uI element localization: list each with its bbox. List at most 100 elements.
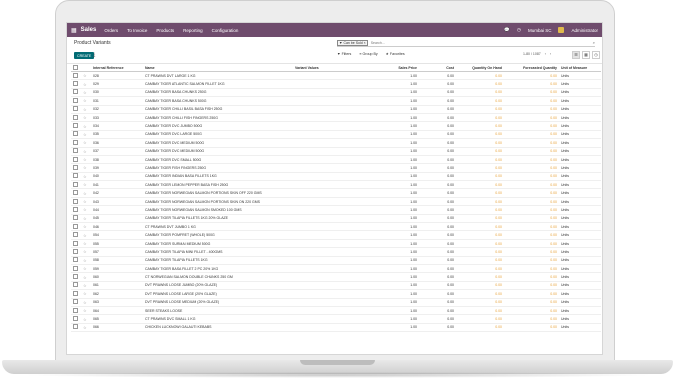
table-row[interactable]: ☆ 057 CAMBAY TIGER TILAPIA MINI FILLET - 4… [71, 247, 601, 257]
favorite-star-icon[interactable]: ☆ [81, 147, 91, 156]
favorite-star-icon[interactable]: ☆ [81, 247, 91, 257]
row-checkbox[interactable] [71, 79, 81, 89]
row-checkbox[interactable] [71, 172, 81, 182]
favorite-star-icon[interactable]: ☆ [81, 323, 91, 333]
search-icon[interactable]: ⌕ [593, 40, 595, 45]
search-input[interactable]: Search... [371, 41, 385, 45]
row-checkbox[interactable] [71, 105, 81, 114]
row-checkbox[interactable] [71, 197, 81, 207]
favorite-star-icon[interactable]: ☆ [81, 264, 91, 274]
table-row[interactable]: ☆ 028 CT PRAWNS DVT LARGE 1 KG 1.00 0.00 0.00… [71, 71, 601, 81]
table-row[interactable]: ☆ 055 CAMBAY TIGER SURMAI MEDIUM 500G 1.00 0… [71, 239, 601, 249]
table-row[interactable]: ☆ 035 CAMBAY TIGER DVC LARGE 500G 1.00 0.00 0… [71, 130, 601, 140]
table-row[interactable]: ☆ 054 CAMBAY TIGER POMFRET (WHOLE) 500G 1.0… [71, 230, 601, 240]
table-row[interactable]: ☆ 034 CAMBAY TIGER DVC JUMBO 500G 1.00 0.00 0… [71, 121, 601, 131]
row-checkbox[interactable] [71, 256, 81, 266]
menu-reporting[interactable]: Reporting [183, 28, 203, 33]
row-checkbox[interactable] [71, 88, 81, 98]
favorite-star-icon[interactable]: ☆ [81, 180, 91, 190]
menu-configuration[interactable]: Configuration [212, 28, 239, 33]
favorite-star-icon[interactable]: ☆ [81, 239, 91, 249]
menu-orders[interactable]: Orders [104, 28, 118, 33]
favorite-star-icon[interactable]: ☆ [81, 163, 91, 173]
row-checkbox[interactable] [71, 138, 81, 148]
favorite-star-icon[interactable]: ☆ [81, 88, 91, 98]
row-checkbox[interactable] [71, 222, 81, 232]
table-row[interactable]: ☆ 064 SEER STEAKS LOOSE 1.00 0.00 0.00 0.00 Uni… [71, 306, 601, 316]
row-checkbox[interactable] [71, 323, 81, 333]
table-row[interactable]: ☆ 041 CAMBAY TIGER LEMON PEPPER BASA FISH … [71, 180, 601, 190]
header-name[interactable]: Name [143, 64, 293, 72]
favorite-star-icon[interactable]: ☆ [81, 230, 91, 240]
table-row[interactable]: ☆ 058 CAMBAY TIGER TILAPIA FILLETS 1KG 1.00… [71, 256, 601, 266]
favorite-star-icon[interactable]: ☆ [81, 105, 91, 114]
table-row[interactable]: ☆ 032 CAMBAY TIGER CHILLI BASIL BASA FISH … [71, 105, 601, 114]
row-checkbox[interactable] [71, 155, 81, 165]
search-box[interactable]: ▼ Can be Sold × Search... ⌕ [337, 40, 595, 47]
row-checkbox[interactable] [71, 113, 81, 123]
table-row[interactable]: ☆ 060 CT NORWEGIAN SALMON DOUBLE CHUNKS 25… [71, 272, 601, 282]
row-checkbox[interactable] [71, 239, 81, 249]
row-checkbox[interactable] [71, 314, 81, 324]
favorite-star-icon[interactable]: ☆ [81, 306, 91, 316]
favorite-star-icon[interactable]: ☆ [81, 96, 91, 106]
table-row[interactable]: ☆ 062 DVT PRAWNS LOOSE LARGE (20% GLAZE) 1.… [71, 289, 601, 299]
favorite-star-icon[interactable]: ☆ [81, 155, 91, 165]
favorites-dropdown[interactable]: ★ Favorites [386, 52, 405, 56]
row-checkbox[interactable] [71, 71, 81, 81]
favorite-star-icon[interactable]: ☆ [81, 298, 91, 307]
favorite-star-icon[interactable]: ☆ [81, 222, 91, 232]
table-row[interactable]: ☆ 036 CAMBAY TIGER DVC MEDIUM 500G 1.00 0.00… [71, 138, 601, 148]
table-row[interactable]: ☆ 044 CAMBAY TIGER NORWEGIAN SALMON SMOKED… [71, 205, 601, 215]
search-facet[interactable]: ▼ Can be Sold × [337, 40, 368, 46]
list-view-icon[interactable]: ☰ [572, 51, 580, 59]
favorite-star-icon[interactable]: ☆ [81, 113, 91, 123]
row-checkbox[interactable] [71, 163, 81, 173]
table-row[interactable]: ☆ 061 DVT PRAWNS LOOSE JUMBO (20% GLAZE) 1.… [71, 281, 601, 291]
table-row[interactable]: ☆ 039 CAMBAY TIGER FISH FINGERS 250G 1.00 0.… [71, 163, 601, 173]
row-checkbox[interactable] [71, 289, 81, 299]
header-unit-of-measure[interactable]: Unit of Measure [559, 64, 601, 72]
favorite-star-icon[interactable]: ☆ [81, 172, 91, 182]
row-checkbox[interactable] [71, 298, 81, 307]
apps-menu-icon[interactable]: ▦ [71, 27, 77, 34]
import-icon[interactable]: ⤓ [93, 52, 95, 58]
favorite-star-icon[interactable]: ☆ [81, 130, 91, 140]
row-checkbox[interactable] [71, 264, 81, 274]
table-row[interactable]: ☆ 040 CAMBAY TIGER INDIAN BASA FILLETS 1KG… [71, 172, 601, 182]
favorite-star-icon[interactable]: ☆ [81, 121, 91, 131]
row-checkbox[interactable] [71, 180, 81, 190]
table-row[interactable]: ☆ 065 CT PRAWNS DVC SMALL 1 KG 1.00 0.00 0.00… [71, 314, 601, 324]
favorite-star-icon[interactable]: ☆ [81, 314, 91, 324]
row-checkbox[interactable] [71, 121, 81, 131]
chat-icon[interactable]: 💬 [504, 27, 510, 33]
menu-products[interactable]: Products [156, 28, 174, 33]
company-switcher[interactable]: Mumbai SC [528, 28, 552, 33]
row-checkbox[interactable] [71, 272, 81, 282]
table-row[interactable]: ☆ 042 CAMBAY TIGER NORWEGIAN SALMON PORTIO… [71, 188, 601, 198]
favorite-star-icon[interactable]: ☆ [81, 79, 91, 89]
favorite-star-icon[interactable]: ☆ [81, 138, 91, 148]
row-checkbox[interactable] [71, 230, 81, 240]
app-title[interactable]: Sales [81, 27, 97, 33]
table-row[interactable]: ☆ 046 CT PRAWNS DVT JUMBO 1 KG 1.00 0.00 0.00… [71, 222, 601, 232]
table-row[interactable]: ☆ 031 CAMBAY TIGER BASA CHUNKS 500G 1.00 0.0… [71, 96, 601, 106]
favorite-star-icon[interactable]: ☆ [81, 289, 91, 299]
header-variant-values[interactable]: Variant Values [293, 64, 373, 72]
table-row[interactable]: ☆ 033 CAMBAY TIGER CHILLI FISH FINGERS 250… [71, 113, 601, 123]
kanban-view-icon[interactable]: ▦ [582, 51, 590, 59]
row-checkbox[interactable] [71, 205, 81, 215]
table-row[interactable]: ☆ 029 CAMBAY TIGER ATLANTIC SALMON FILLET … [71, 79, 601, 89]
favorite-star-icon[interactable]: ☆ [81, 214, 91, 224]
table-row[interactable]: ☆ 045 CAMBAY TIGER TILAPIA FILLETS 1KG 20%… [71, 214, 601, 224]
row-checkbox[interactable] [71, 214, 81, 224]
favorite-star-icon[interactable]: ☆ [81, 188, 91, 198]
pager-next-icon[interactable]: › [550, 52, 551, 56]
header-sales-price[interactable]: Sales Price [373, 64, 419, 72]
activity-clock-icon[interactable]: ◷ [517, 27, 521, 33]
row-checkbox[interactable] [71, 130, 81, 140]
favorite-star-icon[interactable]: ☆ [81, 281, 91, 291]
filters-dropdown[interactable]: ▼ Filters [337, 52, 351, 56]
table-row[interactable]: ☆ 038 CAMBAY TIGER DVC SMALL 500G 1.00 0.00 0… [71, 155, 601, 165]
activity-view-icon[interactable]: ◷ [592, 51, 600, 59]
